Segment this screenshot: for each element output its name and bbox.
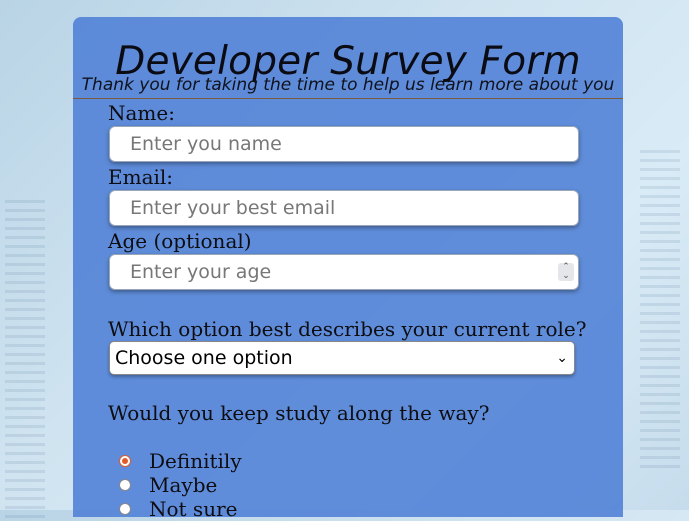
number-spinner[interactable]: ⌃ ⌄: [558, 263, 574, 281]
form-subtitle: Thank you for taking the time to help us…: [81, 75, 615, 95]
email-placeholder: Enter your best email: [130, 197, 336, 219]
name-placeholder: Enter you name: [130, 133, 282, 155]
radio-button[interactable]: [119, 455, 131, 467]
chevron-down-icon: ⌄: [556, 350, 568, 366]
role-select[interactable]: Choose one option ⌄: [109, 341, 575, 375]
name-label: Name:: [108, 101, 175, 125]
background-pattern: [5, 200, 45, 520]
role-selected-value: Choose one option: [115, 347, 293, 369]
study-question: Would you keep study along the way?: [108, 401, 490, 425]
background-pattern: [640, 150, 680, 470]
age-label: Age (optional): [108, 229, 252, 253]
age-placeholder: Enter your age: [130, 261, 272, 283]
radio-label: Definitily: [149, 449, 242, 473]
name-input[interactable]: Enter you name: [109, 126, 579, 162]
email-label: Email:: [108, 165, 174, 189]
divider: [73, 98, 623, 99]
radio-button[interactable]: [119, 503, 131, 515]
radio-label: Not sure: [149, 497, 238, 521]
email-input[interactable]: Enter your best email: [109, 190, 579, 226]
radio-button[interactable]: [119, 479, 131, 491]
role-question: Which option best describes your current…: [108, 317, 587, 341]
radio-label: Maybe: [149, 473, 218, 497]
age-input[interactable]: Enter your age ⌃ ⌄: [109, 254, 579, 290]
survey-form: Developer Survey Form Thank you for taki…: [73, 17, 623, 521]
